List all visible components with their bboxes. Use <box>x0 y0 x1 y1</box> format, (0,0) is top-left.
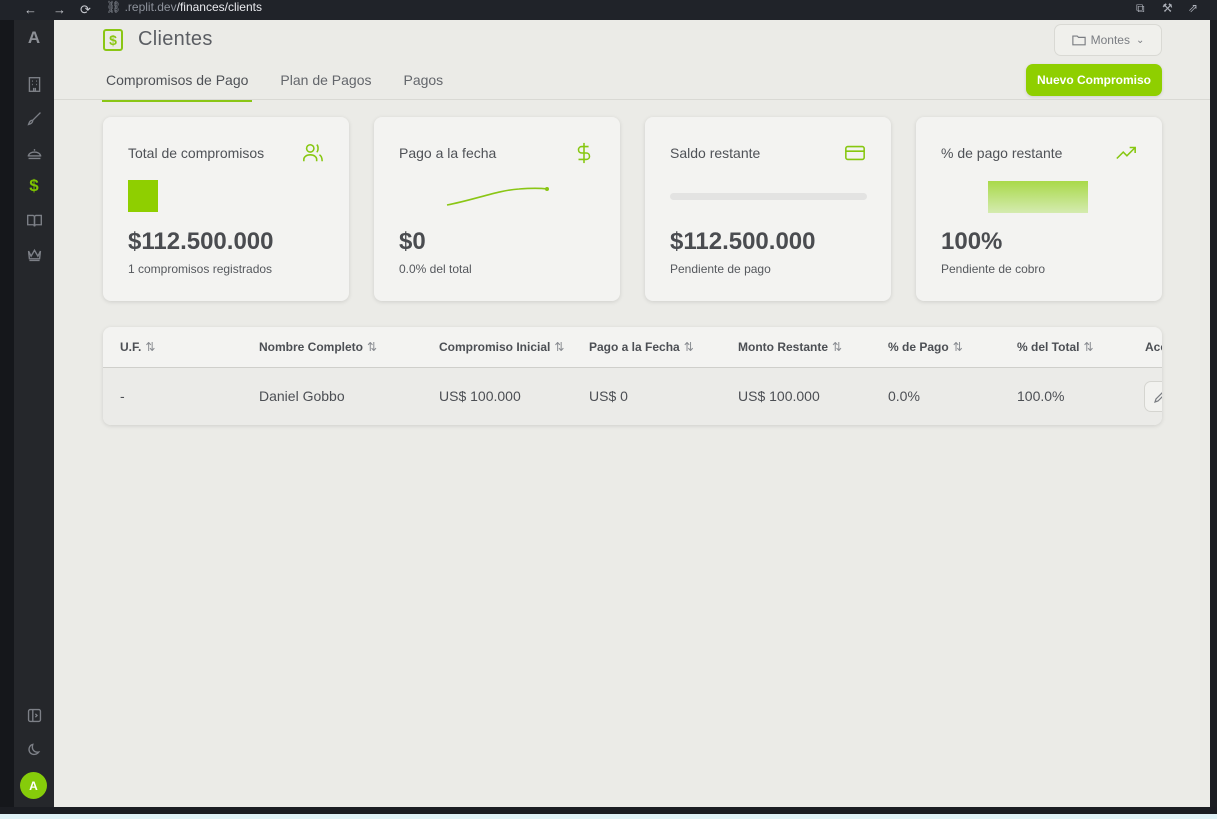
cell-restante: US$ 100.000 <box>738 388 820 404</box>
tabs-divider <box>54 99 1210 100</box>
tab-compromisos-de-pago[interactable]: Compromisos de Pago <box>102 68 253 102</box>
url-path: /finances/clients <box>176 0 262 14</box>
taskbar-edge <box>0 814 1217 819</box>
card-subtitle: 1 compromisos registrados <box>128 262 273 276</box>
sidebar-toggle-icon[interactable] <box>24 705 44 725</box>
users-icon <box>301 141 325 165</box>
dollar-symbol: $ <box>29 176 39 195</box>
cell-nombre: Daniel Gobbo <box>259 388 345 404</box>
column-header-nombre[interactable]: Nombre Completo ⇅ <box>259 340 377 354</box>
card-title: Pago a la fecha <box>399 145 497 161</box>
edit-button[interactable] <box>1144 381 1162 412</box>
column-label: Compromiso Inicial <box>439 340 551 354</box>
browser-toolbar: ← → ⟳ ⛓ .replit.dev/finances/clients ⧉ ⚒… <box>0 0 1217 20</box>
tab-bar: Compromisos de Pago Plan de Pagos Pagos <box>102 68 471 102</box>
sort-icon: ⇅ <box>367 340 378 354</box>
moon-icon[interactable] <box>24 739 44 759</box>
address-bar[interactable]: ⛓ .replit.dev/finances/clients <box>106 0 262 14</box>
column-header-pct-total[interactable]: % del Total ⇅ <box>1017 340 1094 354</box>
stat-card-porcentaje-restante: % de pago restante 100% Pendiente de cob… <box>916 117 1162 301</box>
link-icon: ⛓ <box>106 0 122 14</box>
stat-card-pago-a-la-fecha: Pago a la fecha $0 0.0% del total <box>374 117 620 301</box>
cell-uf: - <box>120 388 125 404</box>
new-commitment-button[interactable]: Nuevo Compromiso <box>1026 64 1162 96</box>
reload-icon[interactable]: ⟳ <box>80 2 91 18</box>
folder-label: Montes <box>1090 33 1130 47</box>
column-label: Monto Restante <box>738 340 828 354</box>
back-icon[interactable]: ← <box>24 2 37 17</box>
tab-plan-de-pagos[interactable]: Plan de Pagos <box>276 68 375 102</box>
finance-dollar-icon: $ <box>103 28 123 51</box>
sort-icon: ⇅ <box>1083 340 1094 354</box>
wrench-icon[interactable]: ⚒ <box>1162 1 1173 15</box>
main-content: $ Clientes Montes ⌄ Compromisos de Pago … <box>54 20 1210 807</box>
sort-icon: ⇅ <box>683 340 694 354</box>
sidebar: A $ A <box>14 20 54 807</box>
card-subtitle: Pendiente de pago <box>670 262 771 276</box>
table-header: U.F. ⇅ Nombre Completo ⇅ Compromiso Inicia… <box>103 327 1162 368</box>
dollar-icon <box>572 141 596 165</box>
window-edge <box>1210 20 1217 807</box>
column-label: Pago a la Fecha <box>589 340 680 354</box>
folder-icon <box>1071 35 1086 46</box>
pencil-icon <box>1154 392 1162 403</box>
progress-bar <box>670 193 867 200</box>
mini-bar <box>128 180 158 212</box>
page-header: $ Clientes <box>103 28 213 51</box>
column-label: Nombre Completo <box>259 340 364 354</box>
column-header-pct-pago[interactable]: % de Pago ⇅ <box>888 340 963 354</box>
page-title: Clientes <box>138 28 213 50</box>
cell-pct-pago: 0.0% <box>888 388 920 404</box>
column-header-restante[interactable]: Monto Restante ⇅ <box>738 340 842 354</box>
card-title: Saldo restante <box>670 145 761 161</box>
app-logo[interactable]: A <box>14 28 54 48</box>
card-value: 100% <box>941 228 1003 255</box>
cell-pago: US$ 0 <box>589 388 628 404</box>
url-prefix: .replit.dev <box>124 0 177 14</box>
cell-compromiso: US$ 100.000 <box>439 388 521 404</box>
trending-up-icon <box>1114 141 1138 165</box>
card-title: Total de compromisos <box>128 145 265 161</box>
sort-icon: ⇅ <box>145 340 156 354</box>
card-title: % de pago restante <box>941 145 1063 161</box>
card-value: $112.500.000 <box>670 228 816 255</box>
column-label: % del Total <box>1017 340 1080 354</box>
sort-icon: ⇅ <box>832 340 843 354</box>
credit-card-icon <box>843 141 867 165</box>
column-header-acciones: Acciones <box>1145 340 1162 354</box>
mini-line-chart <box>446 187 549 206</box>
column-header-uf[interactable]: U.F. ⇅ <box>120 340 155 354</box>
tab-pagos[interactable]: Pagos <box>399 68 447 102</box>
column-label: U.F. <box>120 340 142 354</box>
book-icon[interactable] <box>24 210 44 230</box>
devices-icon[interactable]: ⧉ <box>1136 1 1145 16</box>
column-label: % de Pago <box>888 340 949 354</box>
crown-icon[interactable] <box>24 244 44 264</box>
chevron-down-icon: ⌄ <box>1135 34 1145 46</box>
dollar-icon[interactable]: $ <box>24 176 44 196</box>
commitments-table: U.F. ⇅ Nombre Completo ⇅ Compromiso Inicia… <box>103 327 1162 425</box>
cloche-icon[interactable] <box>24 142 44 162</box>
card-subtitle: Pendiente de cobro <box>941 262 1046 276</box>
project-folder-dropdown[interactable]: Montes ⌄ <box>1054 24 1162 56</box>
avatar[interactable]: A <box>20 772 47 799</box>
external-link-icon[interactable]: ⇗ <box>1188 1 1198 15</box>
card-subtitle: 0.0% del total <box>399 262 472 276</box>
sort-icon: ⇅ <box>554 340 565 354</box>
brush-icon[interactable] <box>24 108 44 128</box>
stat-card-total-compromisos: Total de compromisos $112.500.000 1 comp… <box>103 117 349 301</box>
stat-card-saldo-restante: Saldo restante $112.500.000 Pendiente de… <box>645 117 891 301</box>
table-row[interactable]: - Daniel Gobbo US$ 100.000 US$ 0 US$ 100… <box>103 368 1162 425</box>
column-header-compromiso[interactable]: Compromiso Inicial ⇅ <box>439 340 564 354</box>
building-icon[interactable] <box>24 74 44 94</box>
card-value: $112.500.000 <box>128 228 274 255</box>
column-header-pago[interactable]: Pago a la Fecha ⇅ <box>589 340 694 354</box>
sort-icon: ⇅ <box>952 340 963 354</box>
mini-area-chart <box>988 181 1088 213</box>
forward-icon[interactable]: → <box>53 2 66 17</box>
cell-pct-total: 100.0% <box>1017 388 1065 404</box>
card-value: $0 <box>399 228 426 255</box>
